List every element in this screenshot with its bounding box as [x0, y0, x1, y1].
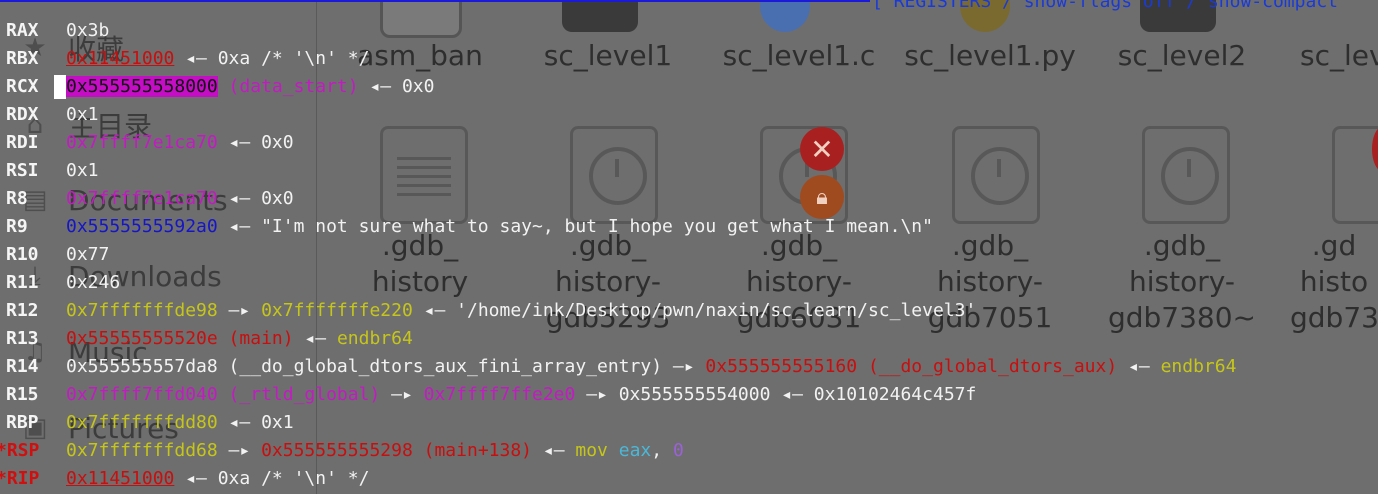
register-value-part: 0x5555555592a0 — [66, 216, 218, 237]
register-value: 0x1 — [66, 101, 99, 129]
register-name: R14 — [6, 356, 39, 377]
text-cursor — [54, 75, 66, 99]
history-file-icon[interactable] — [570, 126, 658, 224]
register-name: RBP — [6, 412, 39, 433]
register-value: 0x555555558000 (data_start) ◂— 0x0 — [54, 73, 435, 101]
gear-icon[interactable] — [562, 0, 638, 32]
register-name: RDX — [6, 104, 39, 125]
register-value-part: ◂— — [532, 440, 576, 461]
register-value-part: —▸ — [380, 384, 424, 405]
register-value: 0x77 — [66, 241, 109, 269]
register-value-part: —▸ — [217, 300, 262, 321]
register-value-part: 0x7ffff7ffd040 (_rtld_global) — [66, 384, 381, 405]
register-value-part: 0x7ffff7e1ca70 — [66, 188, 218, 209]
c-file-icon[interactable] — [760, 0, 810, 32]
close-icon: ✕ — [800, 127, 844, 171]
register-name: R10 — [6, 244, 39, 265]
register-value: 0x5555555592a0 ◂— "I'm not sure what to … — [66, 213, 933, 241]
pane-border — [0, 0, 870, 2]
register-value-part: —▸ — [217, 440, 262, 461]
register-value-part: 0x1 — [66, 160, 99, 181]
register-value-part: 0x7fffffffde98 — [66, 300, 218, 321]
register-value: 0x7fffffffdd68 —▸ 0x555555555298 (main+1… — [66, 437, 684, 465]
register-value: 0x7ffff7e1ca70 ◂— 0x0 — [66, 185, 294, 213]
sidebar-item-downloads[interactable]: ⤓ Downloads — [20, 256, 222, 296]
register-value-part: 0x7fffffffdd80 — [66, 412, 218, 433]
register-value-part: ◂— — [293, 328, 337, 349]
register-value-part: 0x11451000 — [66, 48, 175, 69]
register-name: RDI — [6, 132, 39, 153]
register-value-part: endbr64 — [1160, 356, 1237, 377]
register-value-part: ◂— 0xa /* '\n' */ — [174, 468, 370, 489]
register-value-part: ◂— — [1117, 356, 1161, 377]
register-name: RBX — [6, 48, 39, 69]
register-name: RCX — [6, 76, 39, 97]
register-value-part: 0x3b — [66, 20, 110, 41]
register-value-part: 0x7ffff7ffe2e0 — [423, 384, 576, 405]
register-value: 0x1 — [66, 157, 99, 185]
register-value: 0x7ffff7e1ca70 ◂— 0x0 — [66, 129, 294, 157]
file-label[interactable]: .gd histo gdb73 — [1290, 228, 1378, 336]
register-value-part: mov — [575, 440, 608, 461]
register-value-part: 0 — [672, 440, 684, 461]
file-label[interactable]: sc_lev — [1278, 38, 1378, 74]
register-value: 0x7fffffffde98 —▸ 0x7fffffffe220 ◂— '/ho… — [66, 297, 976, 325]
register-value-part: ◂— "I'm not sure what to say~, but I hop… — [217, 216, 933, 237]
register-name: R15 — [6, 384, 39, 405]
register-value-part: (data_start) — [217, 76, 359, 97]
file-label[interactable]: sc_level2 — [1082, 38, 1282, 74]
register-name: *RIP — [0, 468, 40, 489]
register-name: RAX — [6, 20, 39, 41]
register-value-part: 0x555555558000 — [66, 76, 218, 97]
register-value: 0x246 — [66, 269, 120, 297]
register-value-part: 0x246 — [66, 272, 121, 293]
text-file-icon[interactable] — [380, 126, 468, 224]
register-value: 0x11451000 ◂— 0xa /* '\n' */ — [66, 465, 369, 493]
register-value-part: , — [651, 440, 673, 461]
register-name: R13 — [6, 328, 39, 349]
register-value-part: 0x55555555520e (main) — [66, 328, 294, 349]
register-value-part: 0x11451000 — [66, 468, 175, 489]
register-value-part: ◂— 0x0 — [217, 132, 294, 153]
register-name: R11 — [6, 272, 39, 293]
register-value-part: 0x555555555298 (main+138) — [261, 440, 533, 461]
register-value-part: endbr64 — [336, 328, 413, 349]
register-value-part: ◂— 0x0 — [217, 188, 294, 209]
register-value-part: 0x555555557da8 (__do_global_dtors_aux_fi… — [66, 356, 706, 377]
register-value-part: ◂— 0x1 — [217, 412, 294, 433]
registers-header: [ REGISTERS / show-flags off / show-comp… — [872, 0, 1338, 12]
register-value-part: eax — [618, 440, 652, 461]
file-label[interactable]: sc_level1.py — [890, 38, 1090, 74]
register-value-part: ◂— 0x0 — [358, 76, 435, 97]
register-value: 0x3b — [66, 17, 109, 45]
file-label[interactable]: sc_level1 — [508, 38, 708, 74]
register-value: 0x55555555520e (main) ◂— endbr64 — [66, 325, 413, 353]
register-name: *RSP — [0, 440, 40, 461]
register-name: R12 — [6, 300, 39, 321]
register-value-part: —▸ 0x555555554000 ◂— 0x10102464c457f — [575, 384, 977, 405]
register-value-part: 0x555555555160 (__do_global_dtors_aux) — [705, 356, 1118, 377]
register-value-part: 0x7fffffffe220 — [261, 300, 413, 321]
binary-file-icon[interactable] — [1332, 126, 1378, 224]
register-value: 0x11451000 ◂— 0xa /* '\n' */ — [66, 45, 369, 73]
register-value-part: ◂— 0xa /* '\n' */ — [174, 48, 370, 69]
register-name: R8 — [6, 188, 28, 209]
register-value: 0x7fffffffdd80 ◂— 0x1 — [66, 409, 294, 437]
file-label[interactable]: sc_level1.c — [699, 38, 899, 74]
register-name: R9 — [6, 216, 28, 237]
register-value: 0x555555557da8 (__do_global_dtors_aux_fi… — [66, 353, 1236, 381]
register-value-part: 0x7fffffffdd68 — [66, 440, 218, 461]
register-value: 0x7ffff7ffd040 (_rtld_global) —▸ 0x7ffff… — [66, 381, 976, 409]
history-file-icon[interactable] — [1142, 126, 1230, 224]
register-value-part: ◂— '/home/ink/Desktop/pwn/naxin/sc_learn… — [412, 300, 977, 321]
file-label[interactable]: .gdb_ history- gdb7380~ — [1082, 228, 1282, 336]
file-icon[interactable] — [380, 0, 462, 38]
history-file-icon[interactable] — [952, 126, 1040, 224]
register-value-part: 0x77 — [66, 244, 110, 265]
register-value-part: 0x1 — [66, 104, 99, 125]
register-value-part: 0x7ffff7e1ca70 — [66, 132, 218, 153]
register-name: RSI — [6, 160, 39, 181]
register-value-part — [608, 440, 619, 461]
